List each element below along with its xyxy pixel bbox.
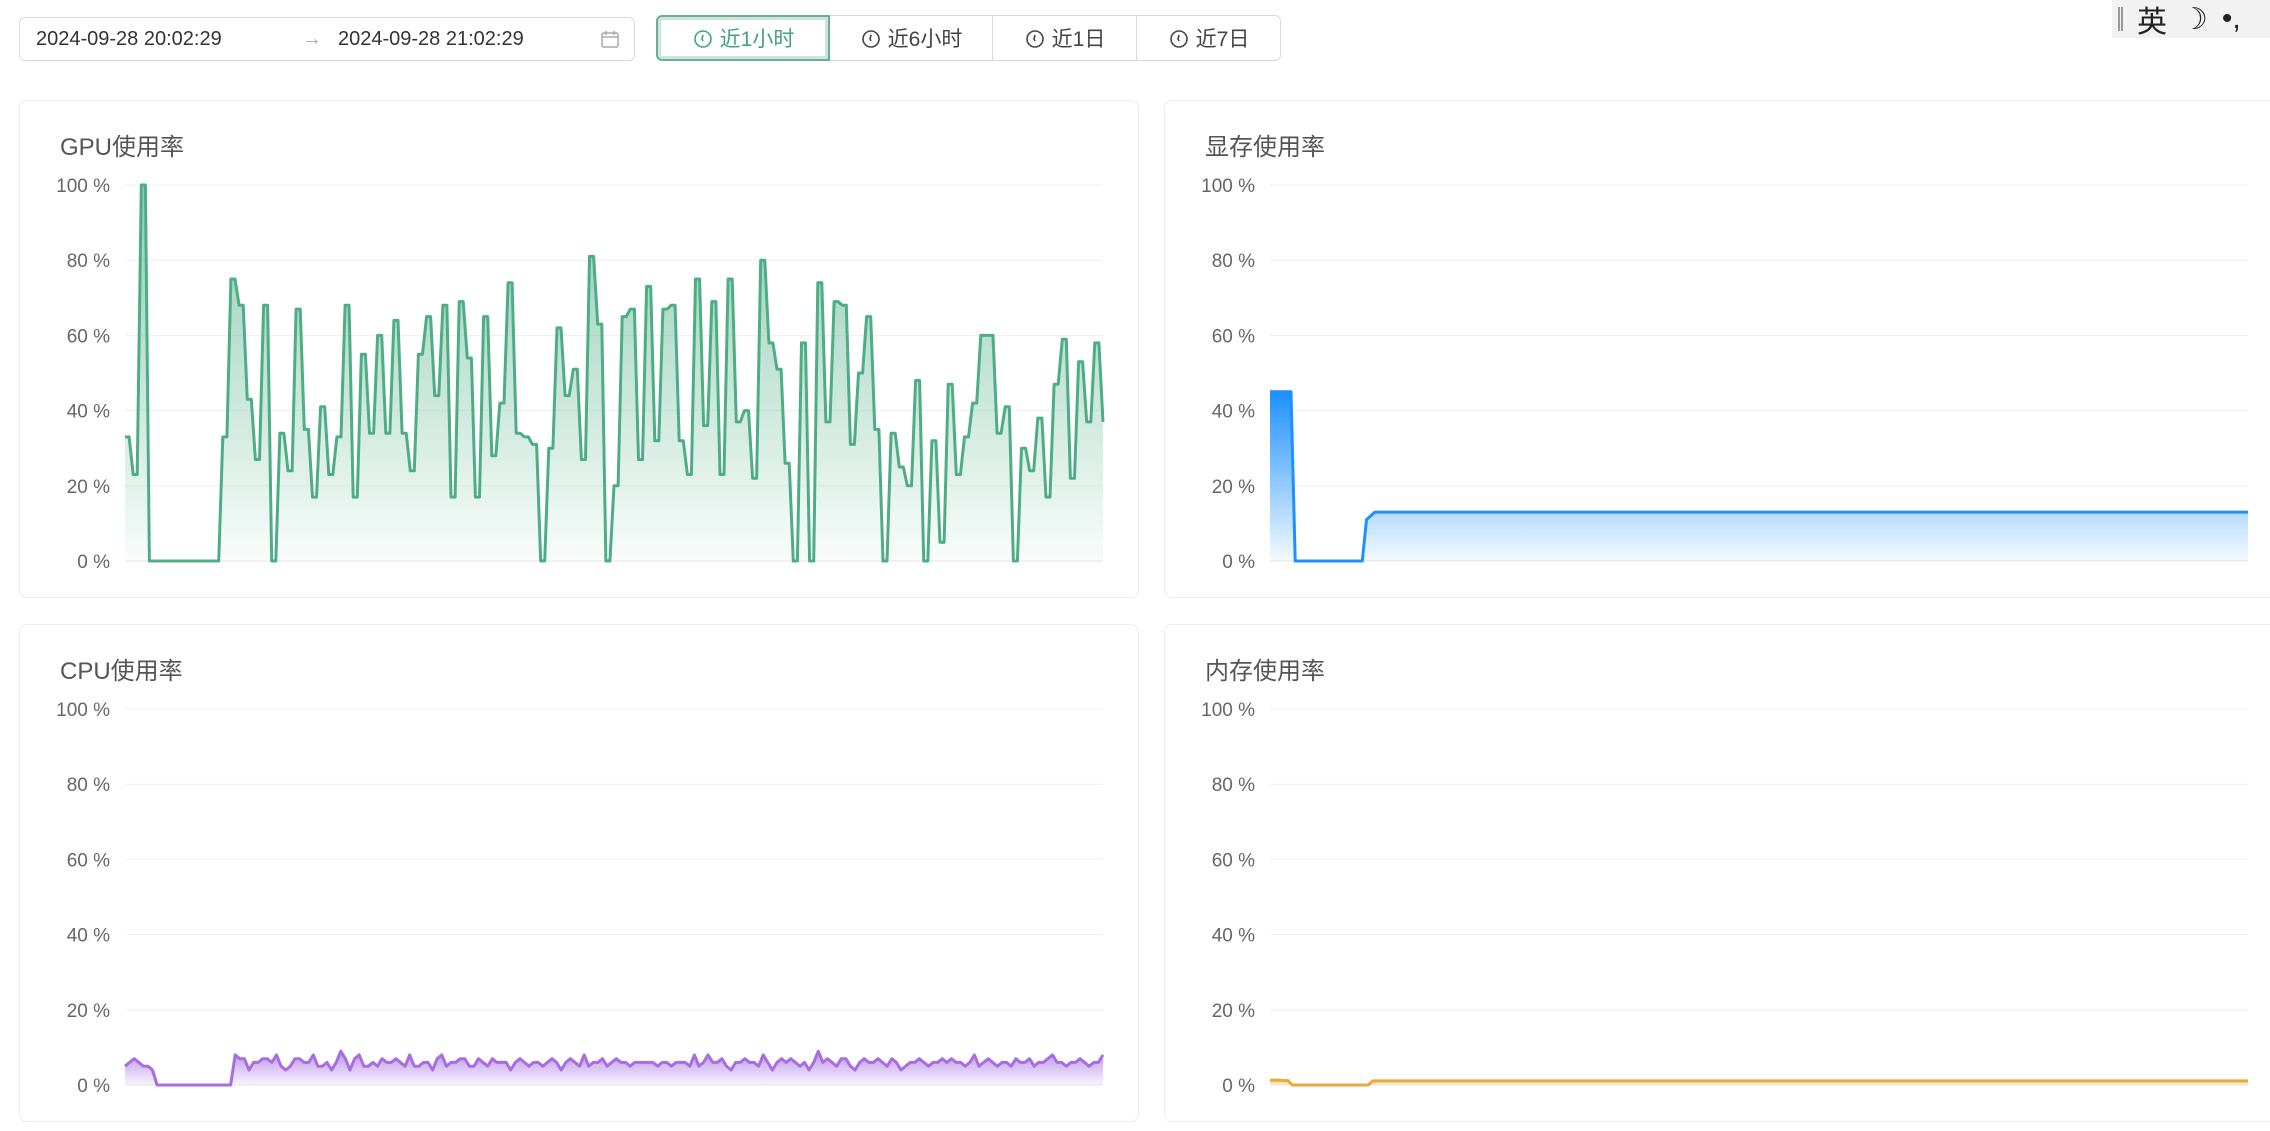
y-tick-label: 80 % [67,775,110,796]
quick-range-1h-button[interactable]: 近1小时 [656,15,830,61]
range-end-input[interactable]: 2024-09-28 21:02:29 [338,28,524,51]
y-tick-label: 80 % [67,251,110,272]
calendar-icon[interactable] [600,29,620,49]
y-tick-label: 0 % [1222,1076,1255,1097]
moon-icon[interactable]: ☽ [2181,2,2208,37]
clock-icon [693,30,712,48]
y-tick-label: 100 % [1201,700,1255,721]
y-tick-label: 20 % [1212,477,1255,498]
cpu-usage-chart: 100 % 80 % 60 % 40 % 20 % 0 % [56,700,1105,1097]
quick-range-label: 近1日 [1051,28,1106,51]
y-tick-label: 0 % [77,1076,110,1097]
y-tick-label: 0 % [77,552,110,573]
y-tick-label: 0 % [1222,552,1255,573]
y-tick-label: 40 % [1212,402,1255,423]
y-tick-label: 20 % [67,477,110,498]
clock-icon [1169,30,1188,48]
y-tick-label: 40 % [1212,926,1255,947]
date-range-picker[interactable]: 2024-09-28 20:02:29 → 2024-09-28 21:02:2… [19,17,635,61]
ime-toolbar[interactable]: 英 ☽ •, [2112,0,2270,41]
quick-range-label: 近1小时 [719,28,795,51]
series-area [1270,391,2248,561]
y-tick-label: 60 % [67,850,110,871]
quick-range-group: 近1小时 近6小时 近1日 近7日 [656,15,1281,63]
y-tick-label: 100 % [56,176,110,197]
y-tick-label: 40 % [67,926,110,947]
clock-icon [1025,30,1044,48]
y-tick-label: 80 % [1212,775,1255,796]
clock-icon [861,30,880,48]
gpu-usage-chart: 100 % 80 % 60 % 40 % 20 % 0 % [56,176,1105,573]
range-start-input[interactable]: 2024-09-28 20:02:29 [36,28,222,51]
y-tick-label: 100 % [1201,176,1255,197]
y-tick-label: 40 % [67,402,110,423]
drag-handle-icon[interactable] [2118,7,2123,31]
vram-usage-chart: 100 % 80 % 60 % 40 % 20 % 0 % [1201,176,2248,573]
quick-range-6h-button[interactable]: 近6小时 [829,15,993,61]
cpu-usage-card: CPU使用率 100 % 80 % 60 % 40 % 20 % 0 % [19,624,1139,1122]
gpu-usage-card: GPU使用率 100 % 80 % 60 % 40 % 20 % 0 % [19,100,1139,598]
y-tick-label: 80 % [1212,251,1255,272]
y-tick-label: 60 % [1212,326,1255,347]
memory-usage-card: 内存使用率 100 % 80 % 60 % 40 % 20 % 0 % [1164,624,2270,1122]
vram-usage-card: 显存使用率 100 % 80 % 60 % 40 % 20 % 0 % [1164,100,2270,598]
y-tick-label: 100 % [56,700,110,721]
punctuation-toggle[interactable]: •, [2222,2,2241,36]
quick-range-7d-button[interactable]: 近7日 [1136,15,1281,61]
y-tick-label: 60 % [67,326,110,347]
ime-mode-toggle[interactable]: 英 [2137,0,2167,41]
y-tick-label: 20 % [1212,1001,1255,1022]
y-tick-label: 20 % [67,1001,110,1022]
memory-usage-chart: 100 % 80 % 60 % 40 % 20 % 0 % [1201,700,2248,1097]
quick-range-1d-button[interactable]: 近1日 [992,15,1137,61]
y-tick-label: 60 % [1212,850,1255,871]
series-area [125,1051,1103,1085]
quick-range-label: 近7日 [1195,28,1250,51]
quick-range-label: 近6小时 [887,28,963,51]
range-arrow-icon: → [302,27,322,50]
